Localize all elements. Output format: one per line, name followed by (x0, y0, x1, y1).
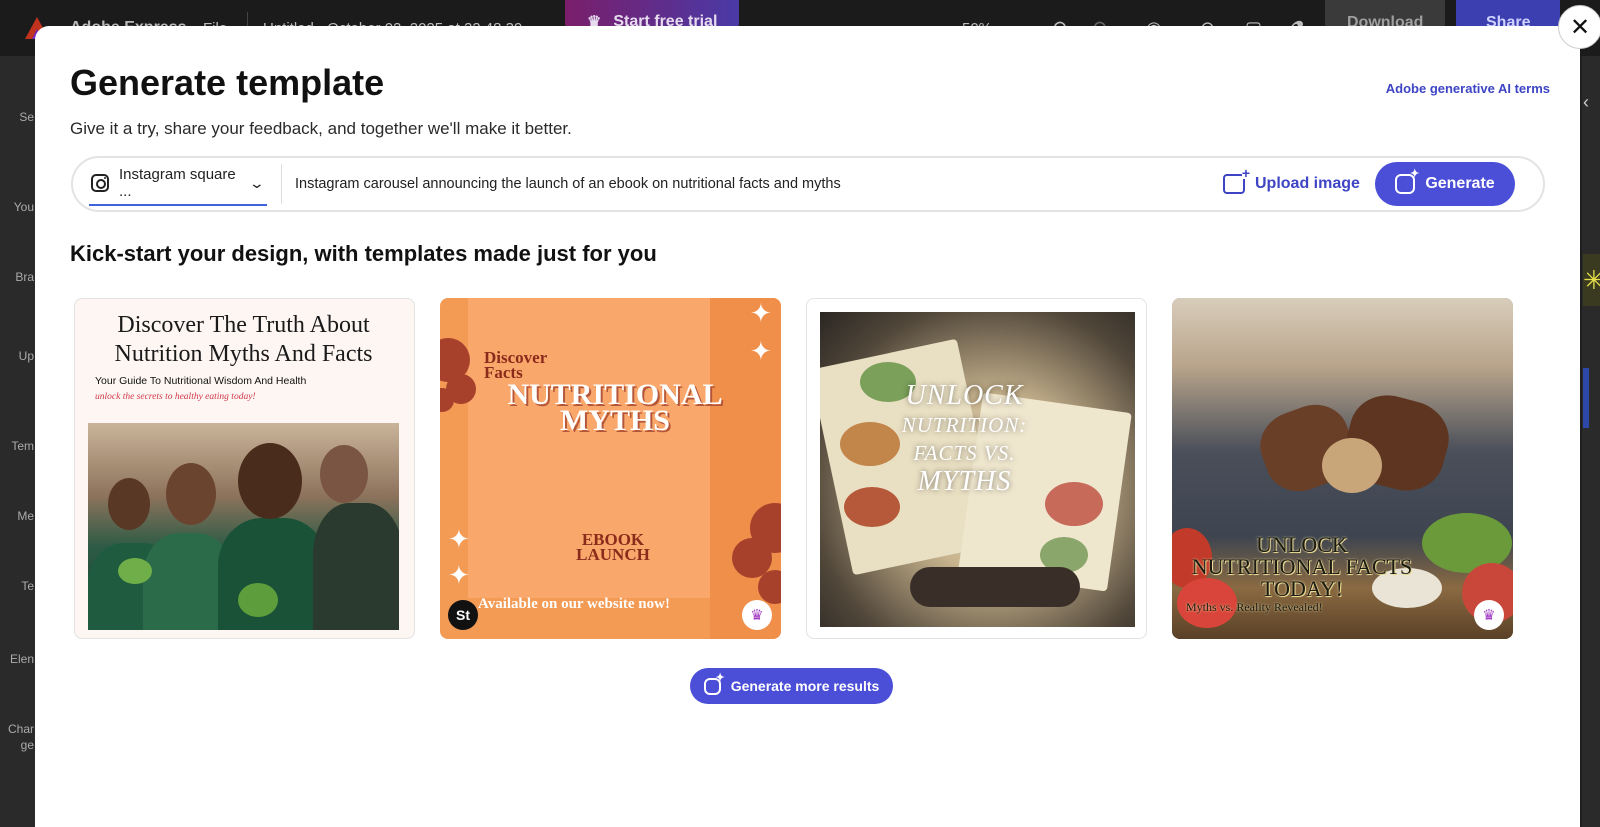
upload-image-label: Upload image (1255, 175, 1360, 192)
dialog-title: Generate template (70, 62, 385, 103)
collapse-panel-icon[interactable]: ‹ (1583, 92, 1589, 113)
chevron-down-icon: ⌄ (248, 174, 266, 191)
close-icon[interactable]: ✕ (1558, 5, 1600, 49)
stock-badge: St (448, 600, 478, 630)
sidebar-item-charts[interactable]: Char (0, 722, 36, 736)
template-2-kicker: Discover Facts (484, 348, 547, 382)
prompt-divider (281, 164, 282, 204)
template-4-headline: UNLOCK NUTRITIONAL FACTS TODAY! (1191, 532, 1413, 601)
sparkle-icon (1395, 167, 1419, 194)
sparkle-star-icon: ✦ (448, 524, 470, 554)
image-add-icon (1223, 167, 1250, 194)
template-4-subtitle: Myths vs. Reality Revealed! (1186, 600, 1323, 614)
panel-thumbnail[interactable]: ✳ (1583, 254, 1600, 306)
template-1-title: Discover The Truth About Nutrition Myths… (114, 312, 373, 367)
template-3-line3: FACTS VS. (913, 441, 1016, 465)
sidebar-item-search[interactable]: Se (0, 110, 36, 124)
sidebar-item-upload[interactable]: Up (0, 349, 36, 363)
sidebar-item-templates[interactable]: Tem (0, 439, 36, 453)
sidebar-item-elements[interactable]: Elen (0, 652, 36, 666)
template-1-tagline: unlock the secrets to healthy eating tod… (95, 392, 256, 402)
right-panel (1582, 56, 1600, 827)
prompt-bar: Instagram square ... ⌄ Upload image Gene… (71, 156, 1545, 212)
left-sidebar: Se You Bra Up Tem Me Te Elen Char ge (0, 56, 36, 827)
sidebar-item-media[interactable]: Me (0, 509, 36, 523)
upload-image-button[interactable]: Upload image (1223, 164, 1360, 204)
ai-terms-link[interactable]: Adobe generative AI terms (1386, 81, 1550, 96)
crown-icon: ♛ (742, 600, 772, 630)
template-3-line2: NUTRITION: (901, 413, 1028, 437)
sidebar-item-charts-line2: ge (20, 738, 34, 752)
template-2-ebook: EBOOK LAUNCH (576, 530, 650, 564)
generate-more-button[interactable]: Generate more results (690, 668, 893, 704)
prompt-input[interactable] (295, 164, 1175, 204)
template-card-3[interactable]: UNLOCK NUTRITION: FACTS VS. MYTHS (806, 298, 1147, 639)
template-3-line1: UNLOCK (905, 380, 1024, 411)
sparkle-star-icon: ✦ (448, 560, 470, 590)
sidebar-item-brand[interactable]: Bra (0, 270, 36, 284)
template-3-text: UNLOCK NUTRITION: FACTS VS. MYTHS (867, 381, 1062, 497)
generate-label: Generate (1425, 175, 1495, 192)
template-card-4[interactable]: UNLOCK NUTRITIONAL FACTS TODAY! Myths vs… (1172, 298, 1513, 639)
sparkle-icon (703, 671, 725, 695)
generate-button[interactable]: Generate (1375, 162, 1515, 206)
template-2-footer: Available on our website now! (478, 596, 670, 612)
sidebar-item-text[interactable]: Te (0, 579, 36, 593)
sparkle-star-icon: ✦ (750, 298, 772, 328)
template-1-subtitle: Your Guide To Nutritional Wisdom And Hea… (95, 375, 307, 387)
template-1-photo (88, 423, 399, 630)
template-card-1[interactable]: Discover The Truth About Nutrition Myths… (74, 298, 415, 639)
template-3-line4: MYTHS (917, 466, 1012, 497)
template-2-headline: NUTRITIONAL MYTHS (507, 378, 723, 437)
crown-icon: ♛ (1474, 600, 1504, 630)
section-title: Kick-start your design, with templates m… (70, 241, 657, 266)
format-dropdown[interactable]: Instagram square ... ⌄ (89, 162, 267, 206)
format-label: Instagram square ... (119, 166, 236, 200)
generate-template-dialog: Generate template Adobe generative AI te… (35, 26, 1580, 827)
sidebar-item-your-stuff[interactable]: You (0, 200, 36, 214)
template-card-2[interactable]: ✦ ✦ ✦ ✦ Discover Facts NUTRITIONAL MYTHS… (440, 298, 781, 639)
generate-more-label: Generate more results (730, 678, 880, 694)
sparkle-star-icon: ✦ (750, 336, 772, 366)
panel-accent (1583, 368, 1589, 428)
instagram-icon (91, 174, 109, 192)
dialog-subtitle: Give it a try, share your feedback, and … (70, 119, 572, 138)
